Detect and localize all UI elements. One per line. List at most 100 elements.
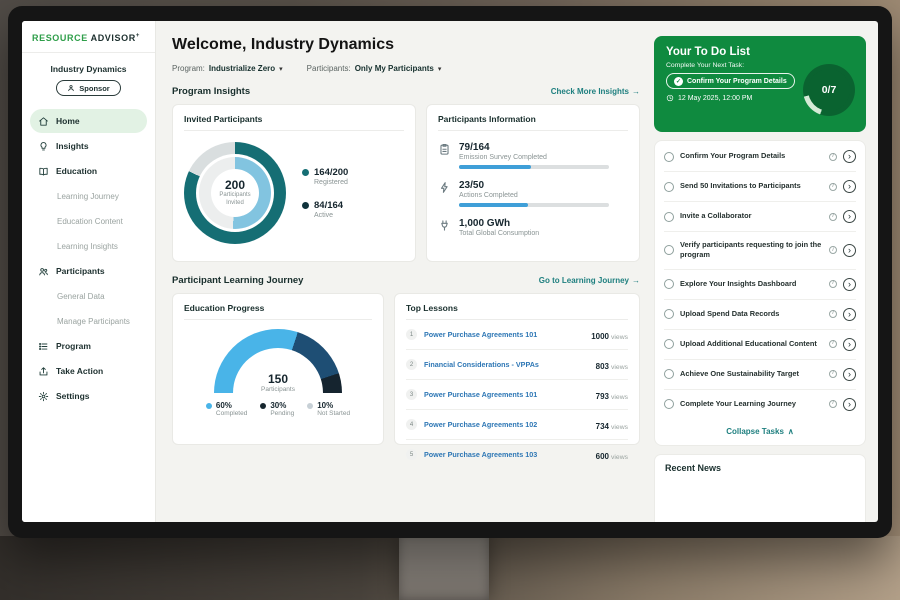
checkbox-icon[interactable] [664,152,674,162]
sidebar-item-label: Education Content [57,217,123,226]
chevron-down-icon: ▾ [438,65,442,73]
sidebar-item-learning-insights[interactable]: Learning Insights [30,234,147,258]
checkbox-icon[interactable] [664,369,674,379]
book-icon [38,166,49,177]
todo-task-row[interactable]: Complete Your Learning Journey i › [664,390,856,419]
lightning-icon [438,181,451,194]
todo-task-row[interactable]: Achieve One Sustainability Target i › [664,360,856,390]
emission-progress-bar [459,165,531,169]
chevron-right-icon[interactable]: › [843,210,856,223]
chevron-right-icon[interactable]: › [843,278,856,291]
todo-title: Your To Do List [666,46,854,58]
check-more-insights-link[interactable]: Check More Insights → [551,87,640,96]
info-icon: i [829,213,837,221]
checkbox-icon[interactable] [664,212,674,222]
todo-task-row[interactable]: Upload Spend Data Records i › [664,300,856,330]
arrow-right-icon: → [632,87,640,96]
checkbox-icon[interactable] [664,339,674,349]
gauge-center-value: 150 [214,372,342,386]
checkbox-icon[interactable] [664,399,674,409]
program-select-value: Industrialize Zero [209,64,275,73]
collapse-tasks-link[interactable]: Collapse Tasks ∧ [664,419,856,444]
go-to-learning-journey-link[interactable]: Go to Learning Journey → [539,276,640,285]
lesson-link[interactable]: Power Purchase Agreements 102 [424,420,589,429]
stat-emission-survey: 79/164 Emission Survey Completed [438,142,628,169]
lesson-link[interactable]: Power Purchase Agreements 101 [424,330,584,339]
info-icon: i [829,340,837,348]
legend-dot [302,202,309,209]
chevron-down-icon: ▾ [279,65,283,73]
checkbox-icon[interactable] [664,309,674,319]
legend-item-completed: 60% Completed [206,401,247,417]
lesson-rank: 5 [406,449,417,460]
todo-task-row[interactable]: Send 50 Invitations to Participants i › [664,172,856,202]
filters-bar: Program: Industrialize Zero ▾ Participan… [172,64,640,73]
lesson-rank: 2 [406,359,417,370]
chevron-right-icon[interactable]: › [843,150,856,163]
sidebar-item-take-action[interactable]: Take Action [30,359,147,383]
lesson-rank: 3 [406,389,417,400]
sidebar-item-manage-participants[interactable]: Manage Participants [30,309,147,333]
info-icon: i [829,280,837,288]
gear-icon [38,391,49,402]
lesson-row: 3 Power Purchase Agreements 101 793views [406,380,628,410]
invited-participants-card: Invited Participants 200 Participants In… [172,104,416,262]
info-icon: i [829,153,837,161]
sidebar-item-education-content[interactable]: Education Content [30,209,147,233]
sidebar-item-settings[interactable]: Settings [30,384,147,408]
chevron-right-icon[interactable]: › [843,398,856,411]
program-select[interactable]: Program: Industrialize Zero ▾ [172,64,283,73]
info-icon: i [829,400,837,408]
sidebar-nav: Home Insights Education Learning Journey [22,109,155,408]
lightbulb-icon [38,141,49,152]
sidebar-item-label: Manage Participants [57,317,130,326]
card-title: Top Lessons [406,303,628,320]
lesson-link[interactable]: Financial Considerations - VPPAs [424,360,589,369]
todo-task-row[interactable]: Upload Additional Educational Content i … [664,330,856,360]
clipboard-icon [438,143,451,156]
todo-task-row[interactable]: Invite a Collaborator i › [664,202,856,232]
page-title: Welcome, Industry Dynamics [172,36,640,54]
sidebar-item-general-data[interactable]: General Data [30,284,147,308]
todo-task-row[interactable]: Confirm Your Program Details i › [664,142,856,172]
sidebar-item-participants[interactable]: Participants [30,259,147,283]
chevron-right-icon[interactable]: › [843,308,856,321]
gauge-center-label: Participants [214,386,342,393]
donut-center-label: Participants Invited [213,192,257,208]
next-task-pill[interactable]: ✓ Confirm Your Program Details [666,73,795,89]
participants-information-card: Participants Information 79/164 Emission… [426,104,640,262]
lesson-link[interactable]: Power Purchase Agreements 103 [424,450,589,459]
sidebar-item-learning-journey[interactable]: Learning Journey [30,184,147,208]
chevron-right-icon[interactable]: › [843,244,856,257]
legend-dot [206,403,212,409]
participants-select[interactable]: Participants: Only My Participants ▾ [307,64,442,73]
sidebar-item-program[interactable]: Program [30,334,147,358]
todo-task-row[interactable]: Verify participants requesting to join t… [664,232,856,270]
todo-progress-ring: 0/7 [803,64,855,116]
monitor-bezel: RESOURCE ADVISOR+ Industry Dynamics Spon… [8,6,892,538]
sidebar-item-education[interactable]: Education [30,159,147,183]
todo-list-card: Confirm Your Program Details i › Send 50… [654,140,866,446]
screen: RESOURCE ADVISOR+ Industry Dynamics Spon… [22,21,878,522]
education-gauge-legend: 60% Completed 30% Pending [206,401,350,417]
sidebar-item-label: General Data [57,292,105,301]
chevron-right-icon[interactable]: › [843,180,856,193]
card-title: Invited Participants [184,114,404,131]
legend-item-active: 84/164 Active [302,200,348,219]
chevron-right-icon[interactable]: › [843,338,856,351]
sidebar-item-label: Learning Journey [57,192,119,201]
sidebar-item-home[interactable]: Home [30,109,147,133]
checkbox-icon[interactable] [664,245,674,255]
checkbox-icon[interactable] [664,182,674,192]
legend-item-not-started: 10% Not Started [307,401,350,417]
education-gauge: 150 Participants [214,329,342,393]
sidebar-item-label: Insights [56,141,89,151]
lesson-row: 4 Power Purchase Agreements 102 734views [406,410,628,440]
sidebar-item-label: Education [56,166,97,176]
chevron-right-icon[interactable]: › [843,368,856,381]
sidebar-item-insights[interactable]: Insights [30,134,147,158]
checkbox-icon[interactable] [664,279,674,289]
todo-task-row[interactable]: Explore Your Insights Dashboard i › [664,270,856,300]
legend-item-pending: 30% Pending [260,401,294,417]
lesson-link[interactable]: Power Purchase Agreements 101 [424,390,589,399]
